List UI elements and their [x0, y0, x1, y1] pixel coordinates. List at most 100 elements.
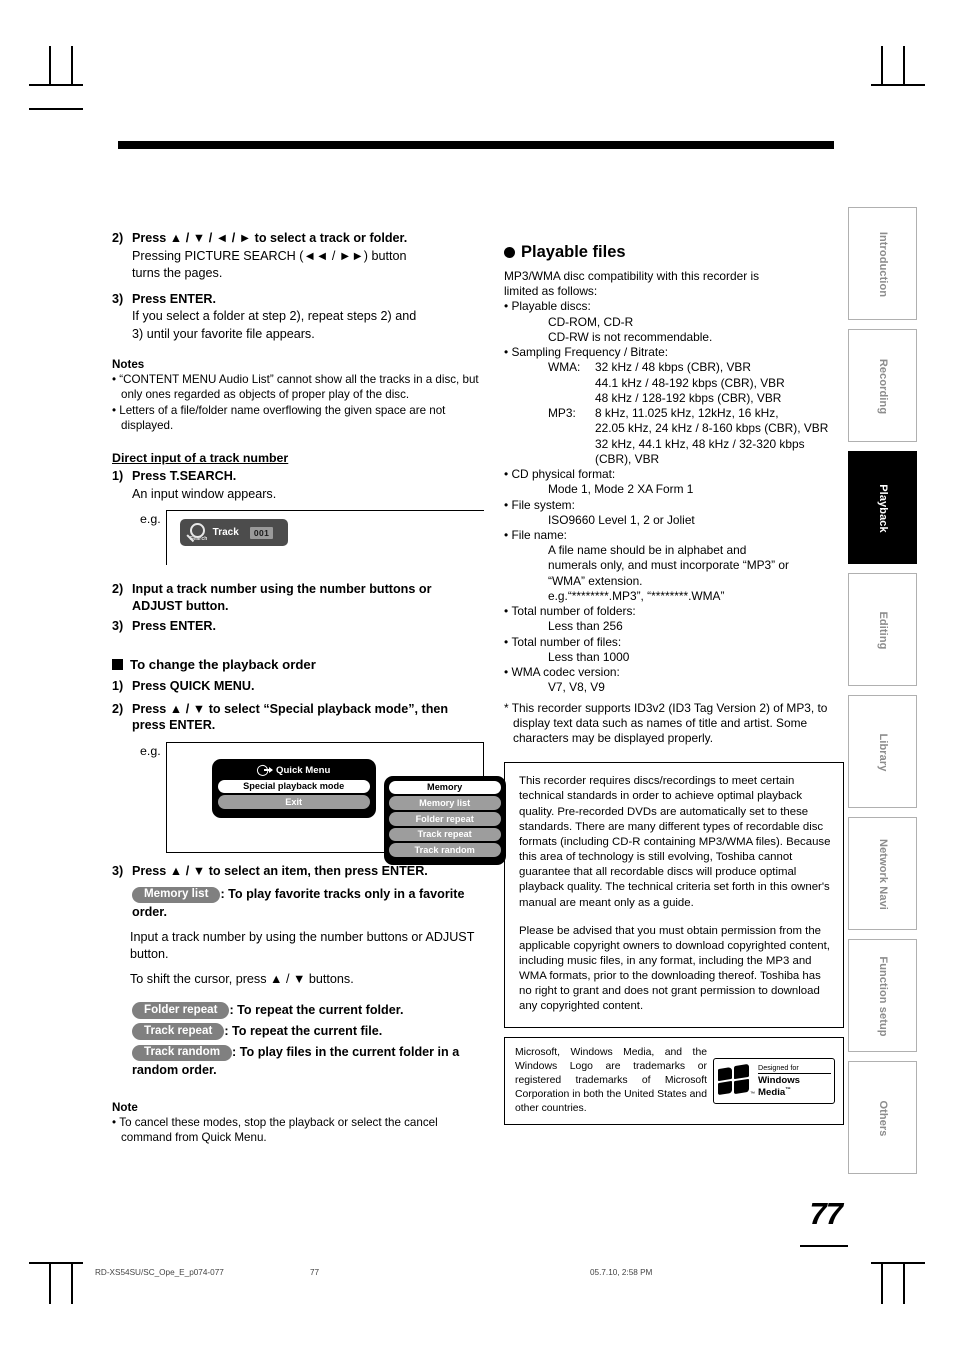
spec-pair-wma: WMA: 32 kHz / 48 kbps (CBR), VBR: [504, 360, 844, 375]
direct-input-step-1-body: An input window appears.: [132, 486, 277, 501]
note-item: • “CONTENT MENU Audio List” cannot show …: [112, 372, 479, 401]
right-column: Playable files MP3/WMA disc compatibilit…: [504, 243, 844, 1125]
tab-editing[interactable]: Editing: [848, 573, 917, 686]
direct-input-heading: Direct input of a track number: [112, 450, 289, 465]
spec-bullet-text: CD physical format:: [511, 467, 616, 482]
spec-bullet-text: File system:: [511, 497, 575, 512]
tab-label: Introduction: [877, 231, 890, 298]
direct-input-step-3-number: 3): [112, 619, 124, 634]
note-item-text: Letters of a file/folder name overflowin…: [119, 403, 446, 432]
step-3-body-line-2: 3) until your favorite file appears.: [132, 327, 315, 342]
trademark-text: Microsoft, Windows Media, and the Window…: [515, 1046, 707, 1114]
spec-line: ISO9660 Level 1, 2 or Joliet: [548, 512, 695, 527]
tab-introduction[interactable]: Introduction: [848, 207, 917, 320]
example-frame: Search Track 001: [165, 510, 484, 566]
note-item: • To cancel these modes, stop the playba…: [112, 1115, 438, 1144]
quick-menu-mockup: Quick Menu Special playback mode Exit Me…: [211, 758, 506, 865]
spec-pair-value: (CBR), VBR: [595, 451, 660, 466]
tab-library[interactable]: Library: [848, 695, 917, 808]
tab-network-navi[interactable]: Network Navi: [848, 817, 917, 930]
tab-label: Library: [877, 733, 890, 772]
track-number-value[interactable]: 001: [249, 526, 274, 539]
direct-input-step-3-title: Press ENTER.: [132, 619, 216, 634]
mode-memory-list: Memory list: To play favorite tracks onl…: [132, 886, 484, 920]
direct-input-step-2-number: 2): [112, 582, 124, 597]
tab-others[interactable]: Others: [848, 1061, 917, 1174]
spec-pair-key: MP3:: [548, 406, 576, 421]
spec-bullet-text: Playable discs:: [511, 299, 591, 314]
submenu-item-track-random[interactable]: Track random: [388, 843, 501, 857]
mode-track-repeat: Track repeat: To repeat the current file…: [132, 1023, 484, 1041]
mode-pill-track-repeat[interactable]: Track repeat: [132, 1023, 225, 1041]
mode-desc-folder-repeat: : To repeat the current folder.: [229, 1002, 404, 1017]
submenu-item-memory-list[interactable]: Memory list: [388, 796, 501, 810]
windows-media-logo: ™ Designed for Windows Media™: [713, 1057, 835, 1104]
search-icon-label: Search: [189, 535, 208, 542]
step-2: 2) Press ▲ / ▼ / ◄ / ► to select a track…: [112, 230, 484, 247]
playback-order-step-3-title: Press ▲ / ▼ to select an item, then pres…: [132, 863, 428, 878]
note-item: • Letters of a file/folder name overflow…: [112, 403, 446, 432]
square-bullet-icon: [112, 658, 123, 670]
step-2-title: Press ▲ / ▼ / ◄ / ► to select a track or…: [132, 231, 408, 245]
submenu-item-track-repeat[interactable]: Track repeat: [388, 827, 501, 842]
tab-label: Playback: [877, 484, 890, 533]
step-2-body-line-2: turns the pages.: [132, 266, 223, 281]
tab-label: Others: [877, 1100, 890, 1137]
step-2-body-line-1: Pressing PICTURE SEARCH (◄◄ / ►►) button: [132, 248, 407, 263]
note-item-text: To cancel these modes, stop the playback…: [119, 1115, 438, 1144]
disclaimer-box: This recorder requires discs/recordings …: [504, 762, 844, 1028]
direct-input-step-1-title: Press T.SEARCH.: [132, 468, 237, 483]
tab-recording[interactable]: Recording: [848, 329, 917, 442]
crop-mark-tr-v1: [903, 46, 905, 86]
mode-folder-repeat: Folder repeat: To repeat the current fol…: [132, 1002, 484, 1019]
playable-files-intro-2: limited as follows:: [504, 284, 598, 299]
quick-menu-panel: Quick Menu Special playback mode Exit: [211, 758, 376, 818]
direct-input-step-1-number: 1): [112, 468, 124, 483]
spec-bullet: • CD physical format:: [504, 467, 616, 482]
tab-function-setup[interactable]: Function setup: [848, 939, 917, 1052]
spec-line: Less than 256: [548, 619, 623, 634]
id3v2-footnote: * This recorder supports ID3v2 (ID3 Tag …: [504, 700, 828, 746]
example-label: e.g.: [140, 743, 161, 758]
spec-bullet: • File system:: [504, 497, 575, 512]
crop-mark-bl-v1: [49, 1264, 51, 1304]
spec-bullet-text: File name:: [511, 527, 567, 542]
step-3-body-line-1: If you select a folder at step 2), repea…: [132, 309, 417, 324]
logo-media-text: Media: [758, 1087, 786, 1099]
mode-pill-track-random[interactable]: Track random: [132, 1044, 233, 1062]
crop-mark-tr-v2: [881, 46, 883, 86]
flag-tm-mark: ™: [750, 1090, 755, 1097]
tab-label: Recording: [877, 358, 890, 415]
disclaimer-paragraph-2: Please be advised that you must obtain p…: [519, 924, 830, 1013]
tab-playback[interactable]: Playback: [848, 451, 917, 564]
step-3-number: 3): [112, 291, 124, 306]
step-3-title: Press ENTER.: [132, 291, 216, 306]
page-number: 77: [809, 1196, 843, 1231]
note-item-text: “CONTENT MENU Audio List” cannot show al…: [119, 372, 479, 401]
playback-order-heading: To change the playback order: [112, 657, 484, 672]
crop-mark-br-v2: [881, 1264, 883, 1304]
spec-line: V7, V8, V9: [548, 680, 605, 695]
spec-bullet: • Total number of folders:: [504, 604, 636, 619]
left-column: 2) Press ▲ / ▼ / ◄ / ► to select a track…: [112, 228, 506, 1145]
playback-order-step-3-number: 3): [112, 863, 124, 878]
quick-menu-item-special-playback-mode[interactable]: Special playback mode: [217, 779, 370, 794]
crop-mark-bl-h1: [29, 1262, 83, 1264]
quick-menu-item-exit[interactable]: Exit: [217, 795, 370, 809]
mode-pill-folder-repeat[interactable]: Folder repeat: [132, 1002, 230, 1019]
direct-input-step-2-title: Input a track number using the number bu…: [132, 582, 432, 613]
playback-order-step-2-title: Press ▲ / ▼ to select “Special playback …: [132, 701, 449, 733]
submenu-item-folder-repeat[interactable]: Folder repeat: [388, 812, 501, 826]
tab-label: Editing: [877, 611, 890, 650]
mode-pill-memory-list[interactable]: Memory list: [132, 886, 221, 904]
track-label: Track: [212, 527, 239, 539]
spec-bullet-text: Total number of files:: [511, 634, 622, 649]
logo-windows: Windows: [758, 1075, 801, 1087]
playback-order-step-1: 1) Press QUICK MENU.: [112, 678, 484, 695]
header-rule: [118, 141, 834, 149]
crop-mark-tl-v1: [49, 46, 51, 86]
track-search-widget[interactable]: Search Track 001: [179, 519, 288, 547]
playable-files-heading: Playable files: [504, 243, 844, 262]
section-tabs: Introduction Recording Playback Editing …: [848, 207, 917, 1183]
submenu-item-memory[interactable]: Memory: [388, 780, 501, 795]
